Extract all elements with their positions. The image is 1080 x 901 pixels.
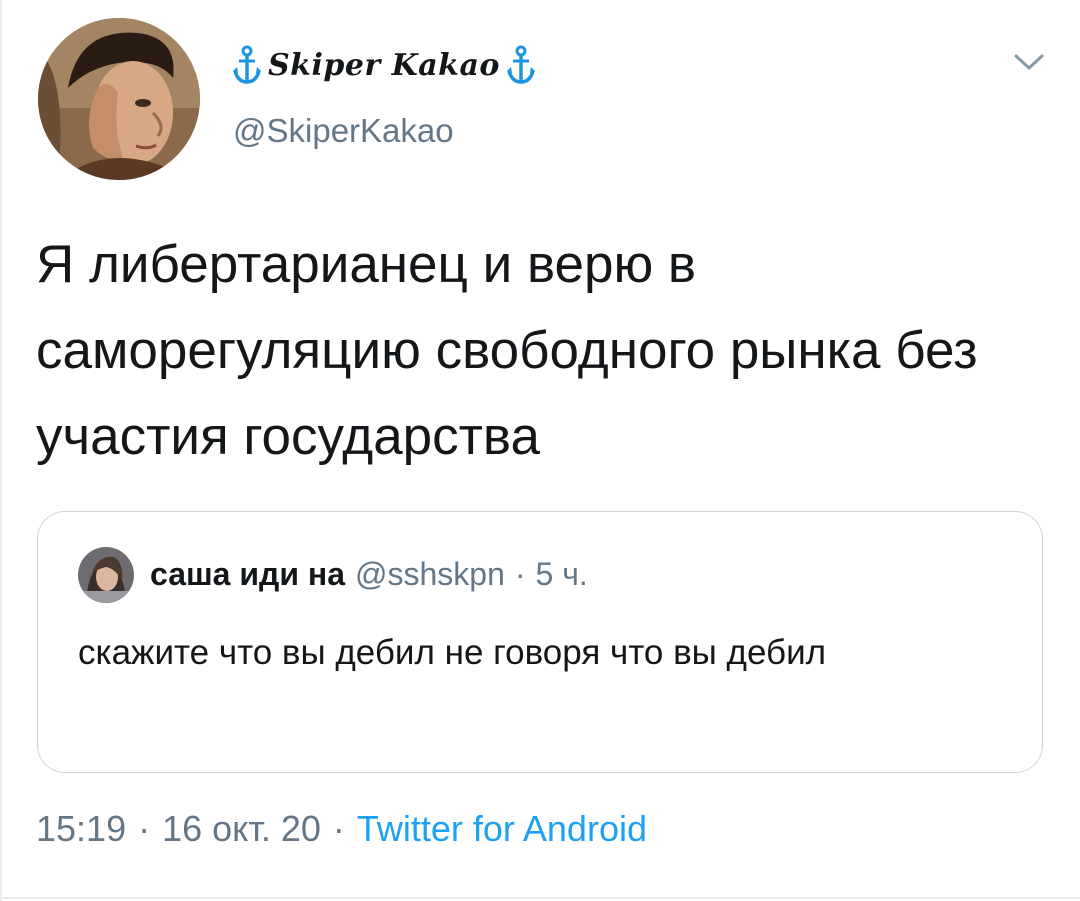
quoted-user-name[interactable]: саша иди на xyxy=(150,556,345,593)
separator: · xyxy=(332,808,345,849)
display-name-text: Skiper Kakao xyxy=(268,47,500,83)
quoted-tweet[interactable]: саша иди на @sshskpn · 5 ч. скажите что … xyxy=(37,511,1043,773)
tweet-meta: 15:19 · 16 окт. 20 · Twitter for Android xyxy=(36,808,647,850)
avatar[interactable] xyxy=(78,547,134,603)
anchor-icon xyxy=(232,45,262,85)
divider xyxy=(0,897,1080,899)
user-handle[interactable]: @SkiperKakao xyxy=(233,112,454,150)
tweet-card: Skiper Kakao @SkiperKakao Я либертариане… xyxy=(0,0,1080,901)
quoted-tweet-time: 5 ч. xyxy=(535,555,588,592)
chevron-down-icon[interactable] xyxy=(1012,50,1046,74)
tweet-date: 16 окт. 20 xyxy=(162,808,321,849)
quoted-tweet-header: саша иди на @sshskpn · 5 ч. xyxy=(150,552,588,596)
source-link[interactable]: Twitter for Android xyxy=(357,808,647,849)
avatar[interactable] xyxy=(38,18,200,180)
divider xyxy=(0,0,2,901)
anchor-icon xyxy=(506,45,536,85)
tweet-text: Я либертарианец и верю в саморегуляцию с… xyxy=(36,235,978,466)
display-name[interactable]: Skiper Kakao xyxy=(232,40,536,90)
separator: · xyxy=(514,555,526,592)
quoted-user-handle[interactable]: @sshskpn xyxy=(355,556,505,593)
tweet-time: 15:19 xyxy=(36,808,127,849)
separator: · xyxy=(138,808,151,849)
quoted-tweet-text: скажите что вы дебил не говоря что вы де… xyxy=(78,633,827,672)
